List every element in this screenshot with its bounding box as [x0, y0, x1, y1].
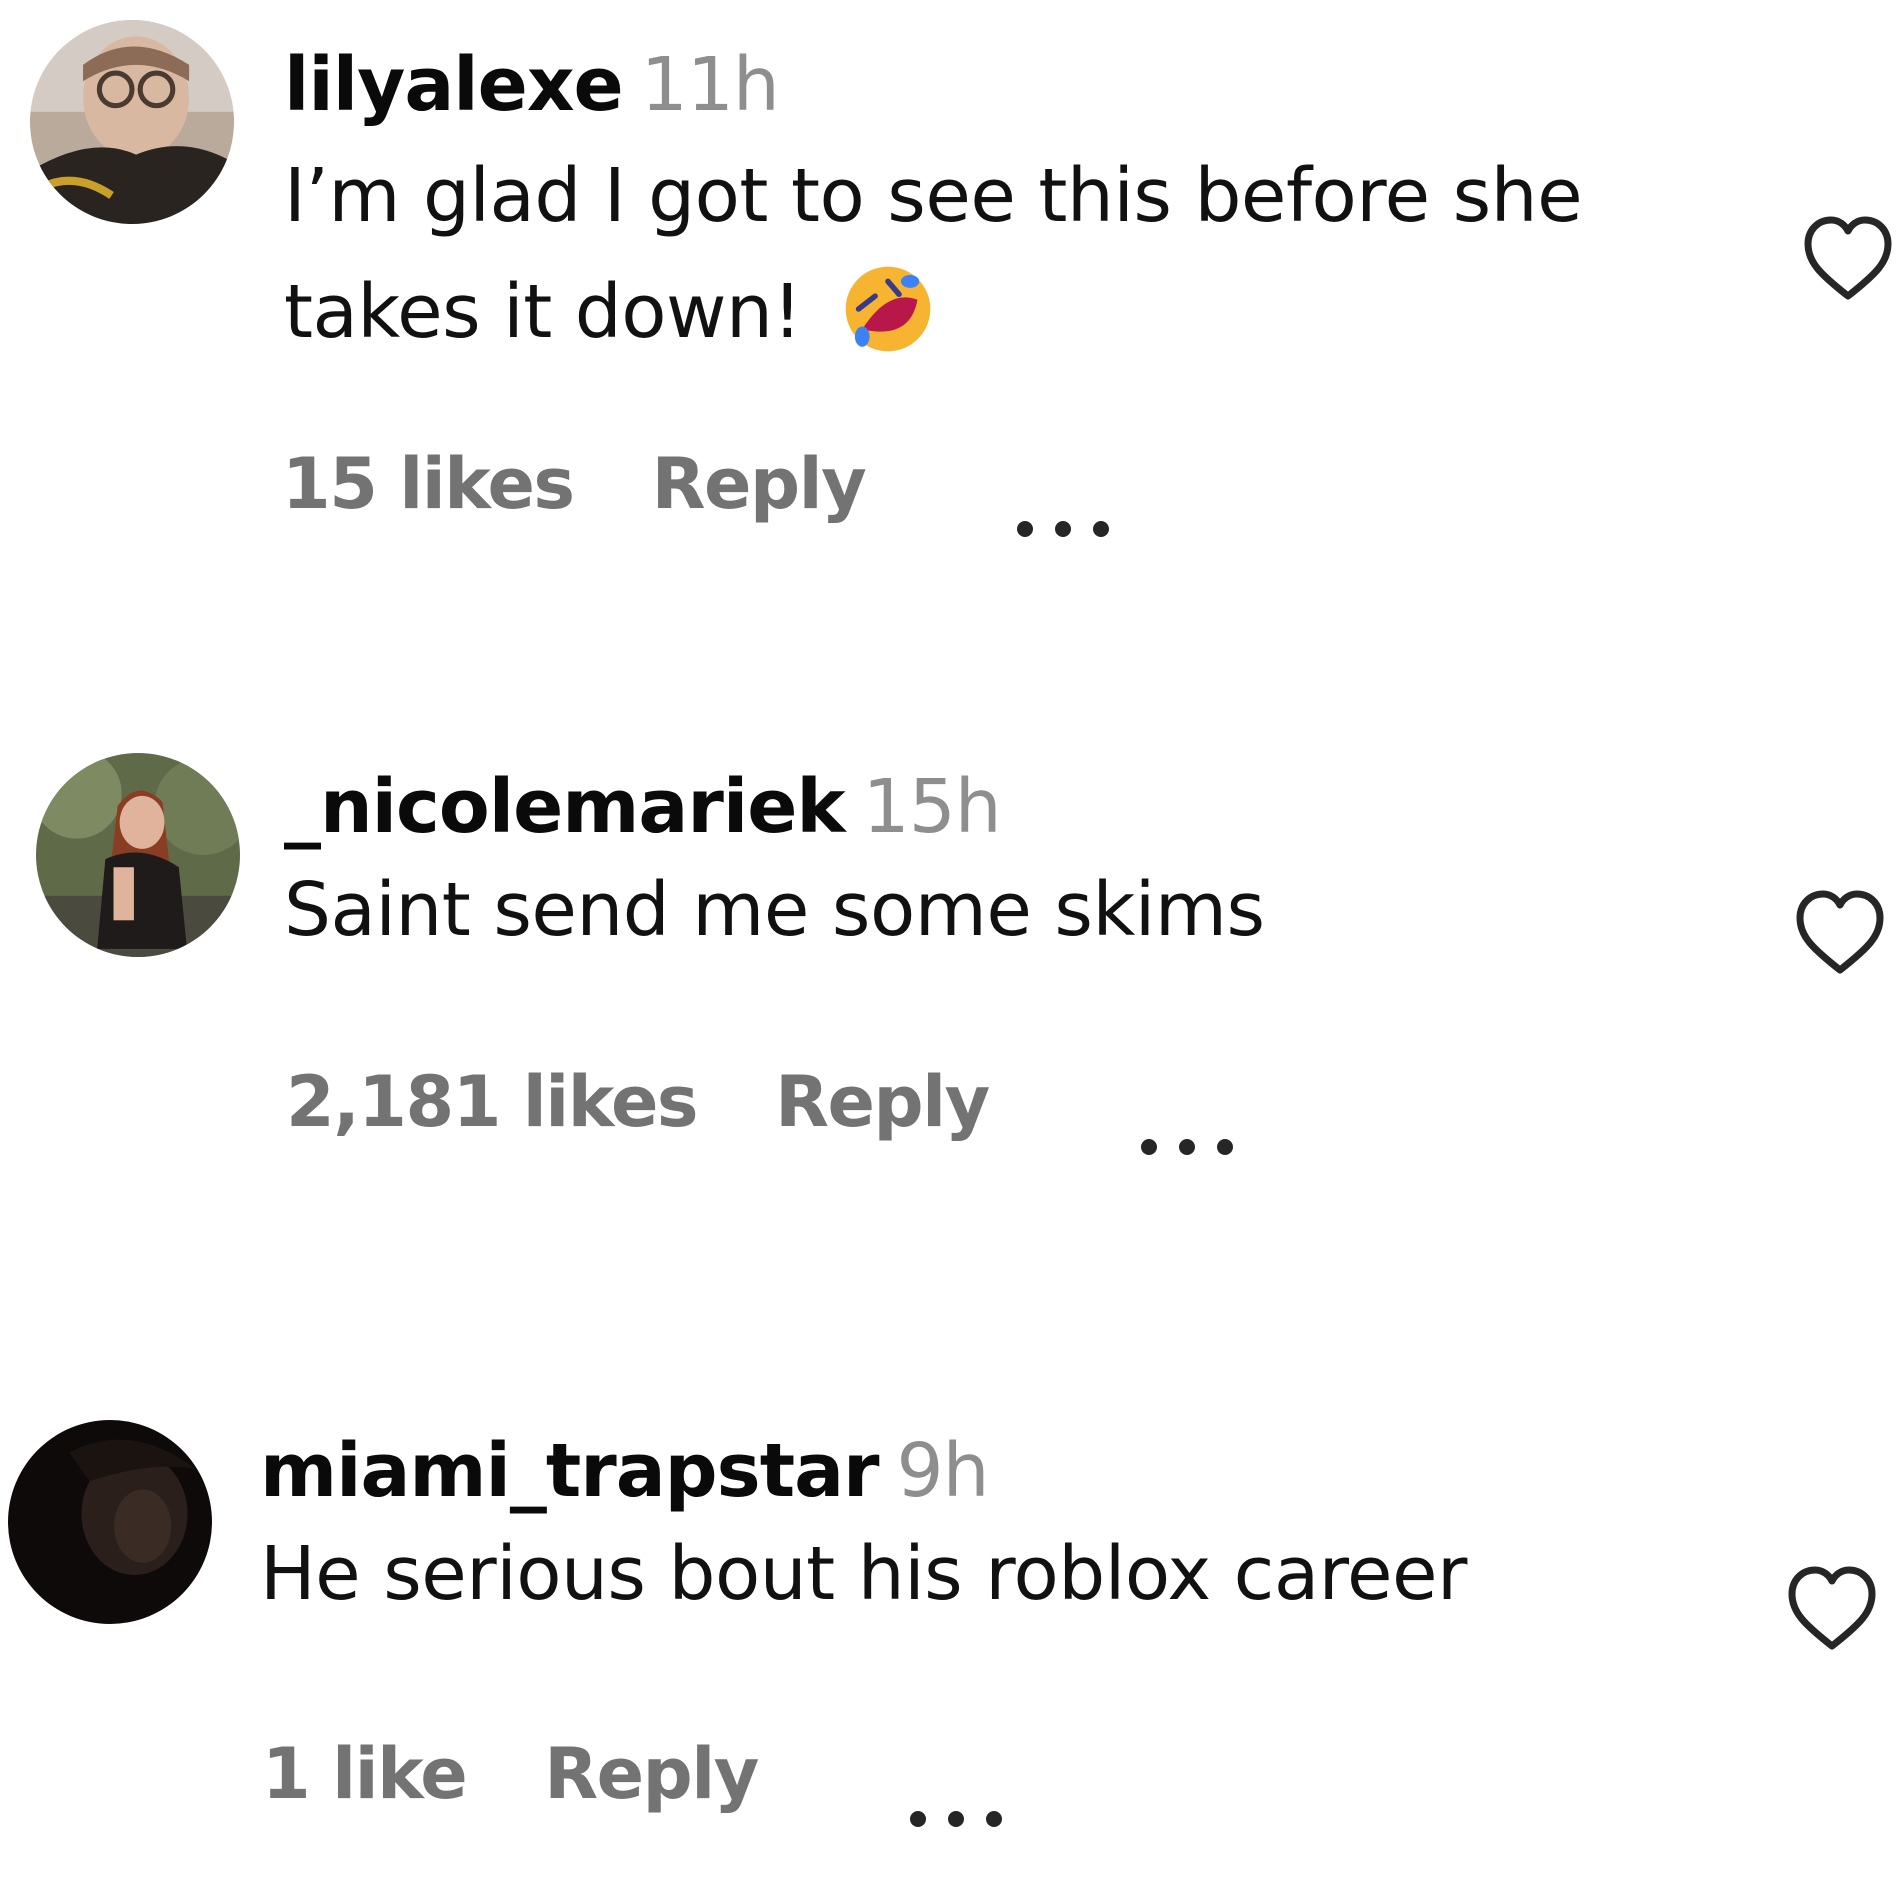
like-count[interactable]: 15 likes: [282, 443, 575, 525]
comment-item: _nicolemariek 15h Saint send me some skim…: [0, 600, 1900, 1160]
more-options-icon[interactable]: [1013, 474, 1113, 537]
reply-button[interactable]: Reply: [775, 1061, 990, 1143]
avatar[interactable]: [36, 753, 240, 957]
like-heart-icon[interactable]: [1784, 1562, 1880, 1654]
comment-item: lilyalexe 11h I’m glad I got to see this …: [0, 0, 1900, 560]
avatar-image: [30, 20, 234, 224]
comment-text-line: Saint send me some skims: [284, 867, 1265, 953]
comment-username[interactable]: miami_trapstar: [260, 1428, 880, 1514]
avatar-image: [8, 1420, 212, 1624]
comment-header: miami_trapstar 9h: [260, 1426, 1680, 1516]
avatar[interactable]: [8, 1420, 212, 1624]
rolling-on-floor-laughing-emoji: [842, 263, 934, 355]
comment-item: miami_trapstar 9h He serious bout his rob…: [0, 1300, 1900, 1860]
comment-header: _nicolemariek 15h: [284, 762, 1704, 852]
comment-actions: 15 likes Reply: [282, 438, 1113, 537]
comment-body: _nicolemariek 15h Saint send me some skim…: [284, 762, 1704, 968]
comment-body: lilyalexe 11h I’m glad I got to see this …: [284, 40, 1704, 370]
comment-text: Saint send me some skims: [284, 852, 1704, 968]
like-heart-icon[interactable]: [1800, 212, 1896, 304]
more-options-icon[interactable]: [906, 1764, 1006, 1827]
like-heart-icon[interactable]: [1792, 886, 1888, 978]
comment-text: I’m glad I got to see this before she ta…: [284, 138, 1704, 370]
comment-timestamp[interactable]: 15h: [863, 764, 1002, 850]
comment-text: He serious bout his roblox career: [260, 1516, 1680, 1632]
comment-header: lilyalexe 11h: [284, 40, 1704, 130]
avatar[interactable]: [30, 20, 234, 224]
comment-text-line: He serious bout his roblox career: [260, 1531, 1467, 1617]
reply-button[interactable]: Reply: [544, 1733, 759, 1815]
comment-text-line: I’m glad I got to see this before she: [284, 153, 1583, 239]
comment-timestamp[interactable]: 11h: [641, 42, 780, 128]
more-options-icon[interactable]: [1137, 1092, 1237, 1155]
comment-username[interactable]: _nicolemariek: [284, 764, 846, 850]
like-count[interactable]: 1 like: [262, 1733, 468, 1815]
comment-body: miami_trapstar 9h He serious bout his rob…: [260, 1426, 1680, 1632]
comment-text-line: takes it down!: [284, 269, 802, 355]
comment-username[interactable]: lilyalexe: [284, 42, 624, 128]
like-count[interactable]: 2,181 likes: [286, 1061, 699, 1143]
comment-actions: 2,181 likes Reply: [286, 1056, 1237, 1155]
comment-actions: 1 like Reply: [262, 1728, 1006, 1827]
reply-button[interactable]: Reply: [652, 443, 867, 525]
avatar-image: [36, 753, 240, 957]
comment-timestamp[interactable]: 9h: [897, 1428, 990, 1514]
